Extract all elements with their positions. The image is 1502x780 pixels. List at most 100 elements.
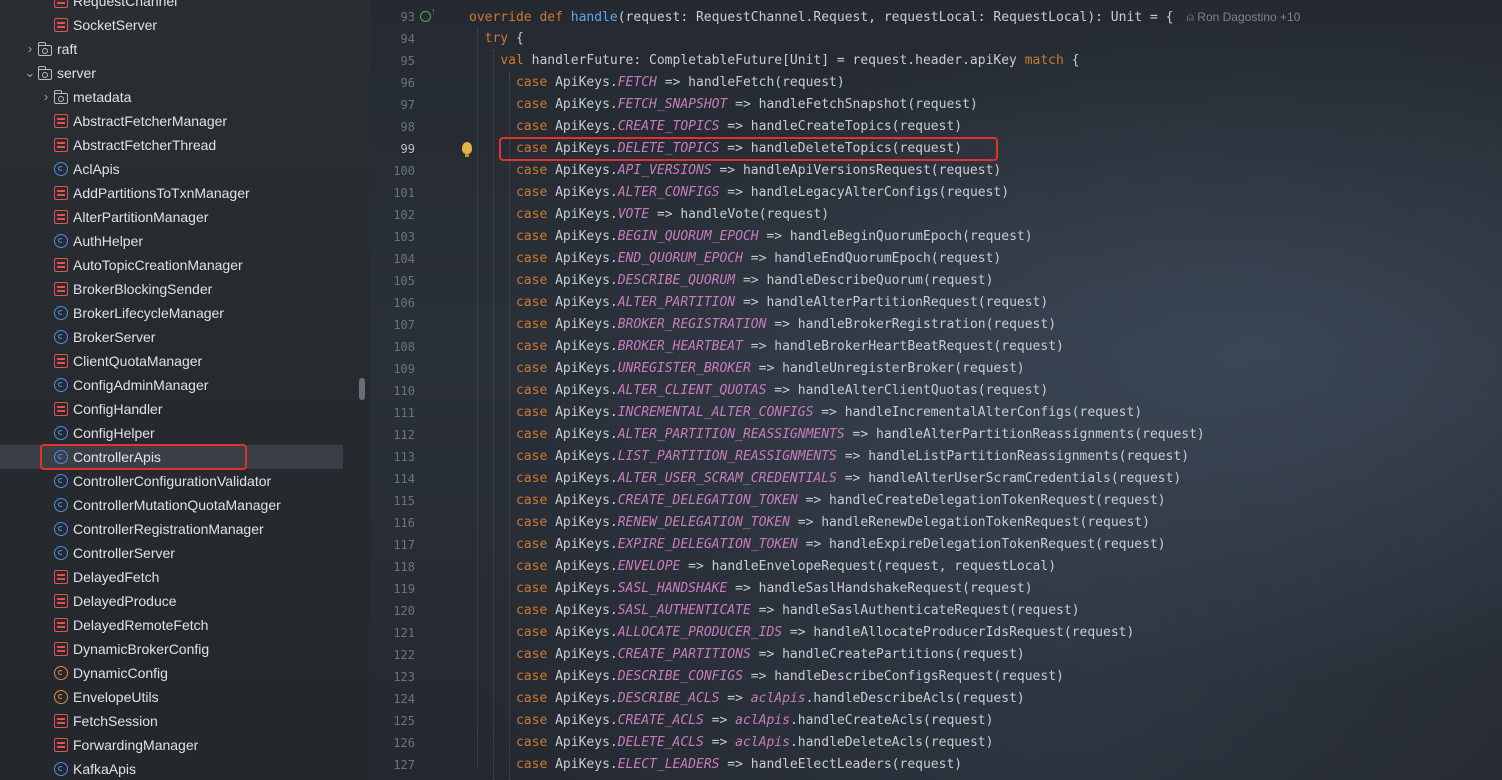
folder-icon	[54, 89, 68, 104]
tree-item[interactable]: DelayedProduce	[0, 589, 343, 613]
code-line[interactable]: case ApiKeys.DESCRIBE_ACLS => aclApis.ha…	[469, 688, 1025, 710]
code-line[interactable]: case ApiKeys.END_QUORUM_EPOCH => handleE…	[469, 248, 1001, 270]
tree-item[interactable]: AclApis	[0, 157, 343, 181]
tree-item[interactable]: RequestChannel	[0, 0, 343, 13]
case-keyword: case	[515, 493, 548, 508]
tree-folder[interactable]: ⌄ server	[0, 61, 343, 85]
code-line[interactable]: case ApiKeys.ENVELOPE => handleEnvelopeR…	[469, 556, 1056, 578]
code-line[interactable]: case ApiKeys.API_VERSIONS => handleApiVe…	[469, 160, 1001, 182]
code-line[interactable]: case ApiKeys.DESCRIBE_QUORUM => handleDe…	[469, 270, 993, 292]
chevron-right-icon[interactable]: ›	[38, 85, 54, 109]
code-line[interactable]: case ApiKeys.SASL_AUTHENTICATE => handle…	[469, 600, 1080, 622]
tree-item[interactable]: DynamicConfig	[0, 661, 343, 685]
tree-item[interactable]: AbstractFetcherManager	[0, 109, 343, 133]
tree-item[interactable]: BrokerLifecycleManager	[0, 301, 343, 325]
line-number: 110	[393, 384, 415, 398]
code-line[interactable]: case ApiKeys.BROKER_HEARTBEAT => handleB…	[469, 336, 1064, 358]
code-line[interactable]: case ApiKeys.RENEW_DELEGATION_TOKEN => h…	[469, 512, 1150, 534]
scala-file-icon	[54, 354, 68, 368]
code-line[interactable]: case ApiKeys.INCREMENTAL_ALTER_CONFIGS =…	[469, 402, 1142, 424]
code-line[interactable]: case ApiKeys.ALLOCATE_PRODUCER_IDS => ha…	[469, 622, 1134, 644]
code-line[interactable]: override def handle(request: RequestChan…	[469, 6, 1300, 28]
code-line[interactable]: case ApiKeys.FETCH => handleFetch(reques…	[469, 72, 845, 94]
code-line[interactable]: case ApiKeys.CREATE_ACLS => aclApis.hand…	[469, 710, 993, 732]
code-line[interactable]: case ApiKeys.BROKER_REGISTRATION => hand…	[469, 314, 1056, 336]
code-line[interactable]: case ApiKeys.ALTER_CONFIGS => handleLega…	[469, 182, 1009, 204]
code-line[interactable]: case ApiKeys.ALTER_CLIENT_QUOTAS => hand…	[469, 380, 1048, 402]
code-line[interactable]: case ApiKeys.ALTER_USER_SCRAM_CREDENTIAL…	[469, 468, 1181, 490]
tree-item[interactable]: AddPartitionsToTxnManager	[0, 181, 343, 205]
code-line[interactable]: case ApiKeys.SASL_HANDSHAKE => handleSas…	[469, 578, 1033, 600]
tree-item[interactable]: FetchSession	[0, 709, 343, 733]
api-key-constant: ALTER_PARTITION	[617, 295, 736, 310]
code-line[interactable]: case ApiKeys.ALTER_PARTITION_REASSIGNMEN…	[469, 424, 1205, 446]
case-keyword: case	[515, 295, 548, 310]
tree-item[interactable]: ClientQuotaManager	[0, 349, 343, 373]
code-line[interactable]: try {	[469, 28, 524, 50]
code-line[interactable]: case ApiKeys.CREATE_TOPICS => handleCrea…	[469, 116, 962, 138]
code-line[interactable]: case ApiKeys.VOTE => handleVote(request)	[469, 204, 829, 226]
api-key-constant: LIST_PARTITION_REASSIGNMENTS	[617, 449, 837, 464]
code-line[interactable]: case ApiKeys.ELECT_LEADERS => handleElec…	[469, 754, 962, 776]
apikeys-prefix: ApiKeys.	[555, 713, 618, 728]
project-tree[interactable]: RequestChannel SocketServer › raft ⌄ server › m…	[0, 0, 370, 780]
tree-folder[interactable]: › metadata	[0, 85, 343, 109]
override-gutter-icon[interactable]	[420, 6, 436, 22]
tree-scrollbar[interactable]	[359, 378, 365, 400]
tree-item[interactable]: AutoTopicCreationManager	[0, 253, 343, 277]
tree-item[interactable]: DelayedFetch	[0, 565, 343, 589]
author-hint: Ron Dagostino +10	[1197, 10, 1301, 24]
tree-item[interactable]: BrokerServer	[0, 325, 343, 349]
code-line[interactable]: case ApiKeys.ALTER_PARTITION => handleAl…	[469, 292, 1048, 314]
tree-item[interactable]: SocketServer	[0, 13, 343, 37]
tree-item[interactable]: AlterPartitionManager	[0, 205, 343, 229]
tree-item-label: FetchSession	[73, 713, 158, 729]
code-line[interactable]: case ApiKeys.FETCH_SNAPSHOT => handleFet…	[469, 94, 978, 116]
acl-apis-field: aclApis	[735, 735, 790, 750]
tree-item[interactable]: ConfigHelper	[0, 421, 343, 445]
tree-item[interactable]: ControllerMutationQuotaManager	[0, 493, 343, 517]
tree-item[interactable]: ControllerRegistrationManager	[0, 517, 343, 541]
tree-item[interactable]: DelayedRemoteFetch	[0, 613, 343, 637]
chevron-down-icon[interactable]: ⌄	[22, 66, 38, 80]
code-line[interactable]: case ApiKeys.CREATE_DELEGATION_TOKEN => …	[469, 490, 1166, 512]
api-key-constant: INCREMENTAL_ALTER_CONFIGS	[617, 405, 814, 420]
tree-item[interactable]: ControllerServer	[0, 541, 343, 565]
line-number: 116	[393, 516, 415, 530]
tree-item[interactable]: DynamicBrokerConfig	[0, 637, 343, 661]
chevron-right-icon[interactable]: ›	[22, 37, 38, 61]
tree-item[interactable]: ConfigHandler	[0, 397, 343, 421]
tree-item[interactable]: KafkaApis	[0, 757, 343, 780]
code-line[interactable]: val handlerFuture: CompletableFuture[Uni…	[469, 50, 1079, 72]
api-key-constant: ALTER_CLIENT_QUOTAS	[617, 383, 767, 398]
code-editor[interactable]: 93 override def handle(request: RequestCh…	[370, 0, 1502, 780]
object-icon	[54, 666, 68, 680]
tree-folder[interactable]: › raft	[0, 37, 343, 61]
tree-item[interactable]: AuthHelper	[0, 229, 343, 253]
tree-item-label: AutoTopicCreationManager	[73, 257, 243, 273]
handler-call: => handleRenewDelegationTokenRequest(req…	[789, 515, 1150, 530]
code-line[interactable]: case ApiKeys.DESCRIBE_CONFIGS => handleD…	[469, 666, 1064, 688]
tree-item[interactable]: ControllerConfigurationValidator	[0, 469, 343, 493]
line-number: 103	[393, 230, 415, 244]
code-line[interactable]: case ApiKeys.UNREGISTER_BROKER => handle…	[469, 358, 1025, 380]
tree-item[interactable]: AbstractFetcherThread	[0, 133, 343, 157]
tree-item[interactable]: BrokerBlockingSender	[0, 277, 343, 301]
lightbulb-icon[interactable]	[462, 142, 472, 157]
code-line[interactable]: case ApiKeys.DELETE_ACLS => aclApis.hand…	[469, 732, 993, 754]
scala-file-icon	[54, 714, 68, 728]
tree-item-label: ConfigHelper	[73, 425, 155, 441]
tree-item[interactable]: ForwardingManager	[0, 733, 343, 757]
tree-item[interactable]: ConfigAdminManager	[0, 373, 343, 397]
tree-item[interactable]: EnvelopeUtils	[0, 685, 343, 709]
code-line[interactable]: case ApiKeys.BEGIN_QUORUM_EPOCH => handl…	[469, 226, 1033, 248]
code-line[interactable]: case ApiKeys.EXPIRE_DELEGATION_TOKEN => …	[469, 534, 1166, 556]
tree-item-label: SocketServer	[73, 17, 158, 33]
code-line[interactable]: case ApiKeys.CREATE_PARTITIONS => handle…	[469, 644, 1025, 666]
code-line[interactable]: case ApiKeys.LIST_PARTITION_REASSIGNMENT…	[469, 446, 1189, 468]
